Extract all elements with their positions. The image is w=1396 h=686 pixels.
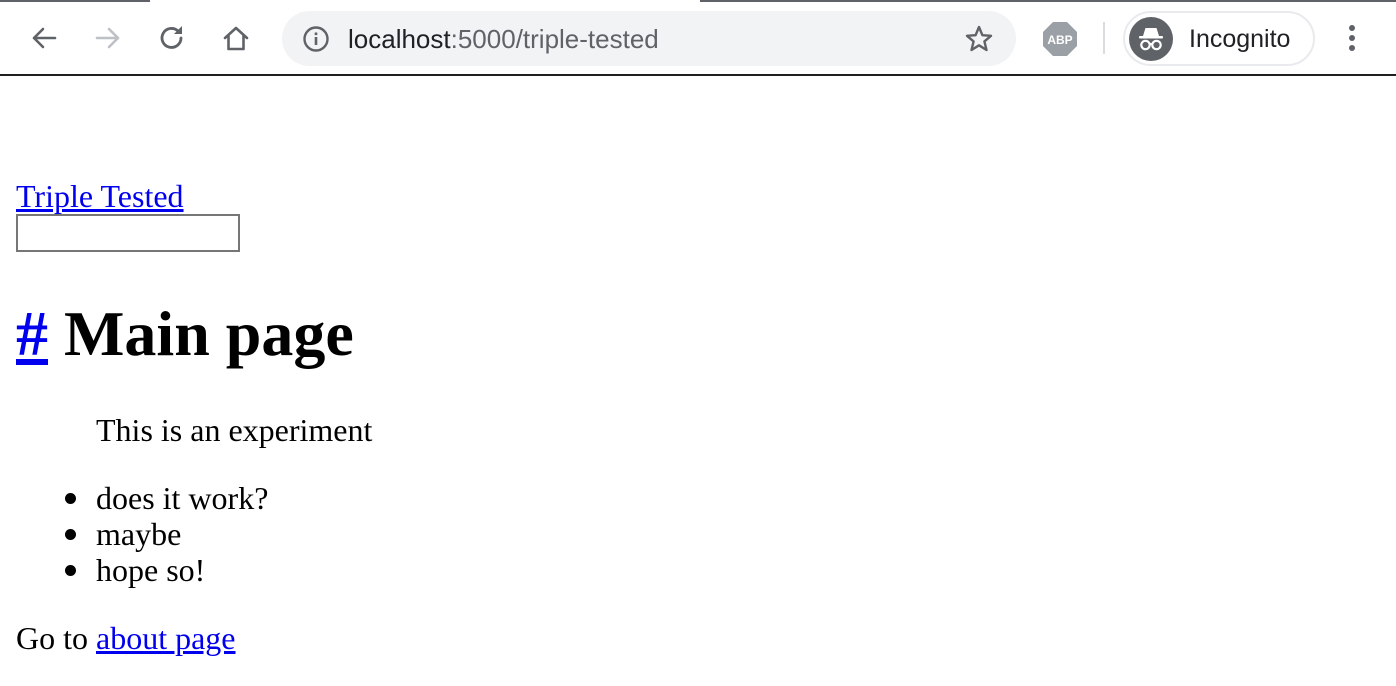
bullet-icon bbox=[65, 529, 76, 540]
reload-icon bbox=[160, 26, 183, 49]
bullet-list: does it work? maybe hope so! bbox=[65, 480, 269, 588]
heading-anchor-link[interactable]: # bbox=[16, 298, 48, 369]
browser-window: localhost:5000/triple-tested ABP Incogni… bbox=[0, 0, 1396, 686]
forward-button[interactable] bbox=[84, 14, 132, 62]
bullet-icon bbox=[65, 493, 76, 504]
address-bar[interactable]: localhost:5000/triple-tested bbox=[282, 11, 1016, 66]
list-item: does it work? bbox=[65, 480, 269, 516]
list-item-text: maybe bbox=[96, 516, 182, 552]
toolbar-divider bbox=[1103, 22, 1105, 54]
about-page-link[interactable]: about page bbox=[96, 620, 236, 656]
tab-strip-edge bbox=[0, 0, 1396, 2]
list-item-text: hope so! bbox=[96, 552, 206, 588]
forward-arrow-icon bbox=[95, 27, 120, 49]
tab-edge-left bbox=[0, 0, 150, 2]
goto-paragraph: Go to about page bbox=[16, 620, 236, 656]
tab-edge-right bbox=[700, 0, 1396, 2]
goto-prefix: Go to bbox=[16, 620, 96, 656]
back-arrow-icon bbox=[32, 27, 57, 49]
home-button[interactable] bbox=[212, 14, 260, 62]
blockquote-text: This is an experiment bbox=[96, 412, 373, 448]
heading-text: Main page bbox=[48, 298, 354, 369]
url-text[interactable]: localhost:5000/triple-tested bbox=[348, 24, 659, 54]
svg-text:ABP: ABP bbox=[1047, 33, 1072, 47]
url-path: :5000/triple-tested bbox=[450, 24, 659, 54]
page-heading: # Main page bbox=[16, 296, 354, 372]
incognito-profile-button[interactable]: Incognito bbox=[1123, 11, 1315, 66]
site-title-link[interactable]: Triple Tested bbox=[16, 178, 184, 214]
abp-icon[interactable]: ABP bbox=[1042, 21, 1078, 57]
kebab-menu-icon[interactable] bbox=[1334, 20, 1370, 56]
search-input[interactable] bbox=[16, 214, 240, 252]
list-item: hope so! bbox=[65, 552, 268, 588]
list-item: maybe bbox=[65, 516, 268, 552]
star-icon[interactable] bbox=[964, 24, 994, 54]
page-content: Triple Tested # Main page This is an exp… bbox=[0, 78, 1396, 686]
incognito-avatar bbox=[1129, 17, 1173, 61]
incognito-icon bbox=[1139, 28, 1163, 51]
info-icon[interactable] bbox=[302, 25, 330, 53]
home-icon bbox=[223, 26, 249, 51]
browser-toolbar: localhost:5000/triple-tested ABP Incogni… bbox=[0, 0, 1396, 76]
list-item-text: does it work? bbox=[96, 480, 269, 516]
incognito-label: Incognito bbox=[1189, 25, 1291, 53]
reload-button[interactable] bbox=[148, 14, 196, 62]
back-button[interactable] bbox=[20, 14, 68, 62]
bullet-icon bbox=[65, 565, 76, 576]
url-host: localhost bbox=[348, 24, 451, 54]
